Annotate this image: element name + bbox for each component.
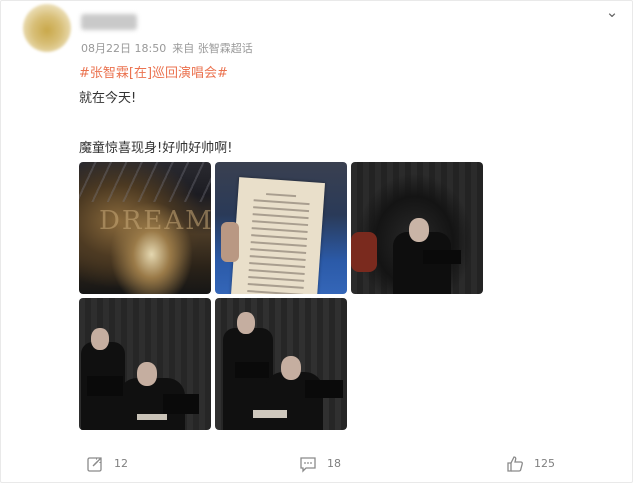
- post-text-line2: 魔童惊喜现身!好帅好帅啊!: [79, 141, 233, 156]
- like-button[interactable]: 125: [506, 455, 555, 473]
- thumbs-up-icon: [506, 455, 524, 473]
- repost-count: 12: [114, 457, 128, 470]
- chevron-down-icon[interactable]: ⌄: [602, 3, 622, 21]
- repost-button[interactable]: 12: [86, 455, 128, 473]
- photo-band-on-stage-2[interactable]: [215, 298, 347, 430]
- post-timestamp[interactable]: 08月22日 18:50: [81, 42, 166, 55]
- photo-band-on-stage-1[interactable]: [79, 298, 211, 430]
- photo-musician-guitar[interactable]: [351, 162, 483, 294]
- topic-link[interactable]: #张智霖[在]巡回演唱会#: [79, 62, 228, 81]
- like-count: 125: [534, 457, 555, 470]
- post-text-line1: 就在今天!: [79, 91, 137, 106]
- comment-count: 18: [327, 457, 341, 470]
- action-bar: 12 18 125: [1, 447, 632, 481]
- post-meta: 08月22日 18:50 来自 张智霖超话: [81, 40, 259, 56]
- comment-icon: [299, 455, 317, 473]
- avatar[interactable]: [23, 4, 71, 52]
- username-blurred[interactable]: [81, 14, 137, 30]
- post-source[interactable]: 来自 张智霖超话: [172, 42, 253, 55]
- repost-icon: [86, 455, 104, 473]
- weibo-post-card: ⌄ 08月22日 18:50 来自 张智霖超话 #张智霖[在]巡回演唱会# 就在今…: [0, 0, 633, 483]
- comment-button[interactable]: 18: [299, 455, 341, 473]
- photo-concert-stage[interactable]: DREAM: [79, 162, 211, 294]
- photo-lyrics-sheet[interactable]: [215, 162, 347, 294]
